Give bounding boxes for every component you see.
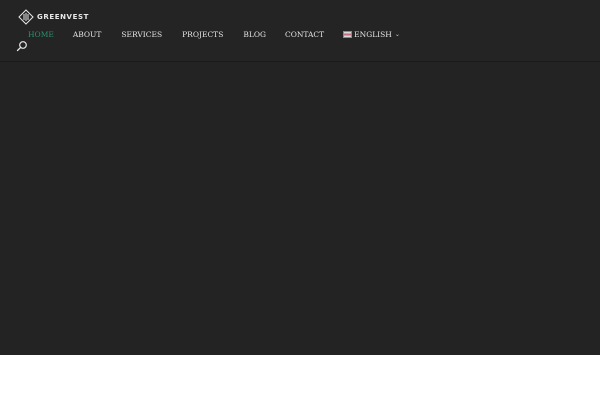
logo-text: GREENVEST <box>37 13 89 21</box>
language-label: ENGLISH <box>354 29 392 39</box>
nav-item-services[interactable]: SERVICES <box>121 30 162 39</box>
nav-item-home[interactable]: HOME <box>28 30 54 39</box>
search-icon[interactable] <box>16 40 28 52</box>
language-selector[interactable]: ENGLISH ⌄ <box>343 30 400 39</box>
uk-flag-icon <box>343 30 353 38</box>
nav-item-projects[interactable]: PROJECTS <box>182 30 223 39</box>
site-logo[interactable]: GREENVEST <box>18 8 89 26</box>
nav-item-about[interactable]: ABOUT <box>73 30 102 39</box>
site-header: GREENVEST HOME ABOUT SERVICES PROJECTS B… <box>0 0 600 62</box>
nav-item-blog[interactable]: BLOG <box>243 30 266 39</box>
main-nav: HOME ABOUT SERVICES PROJECTS BLOG CONTAC… <box>28 28 400 40</box>
nav-item-contact[interactable]: CONTACT <box>285 30 324 39</box>
page-content-area <box>0 355 600 400</box>
chevron-down-icon: ⌄ <box>394 30 400 38</box>
logo-mark-icon <box>18 9 34 25</box>
